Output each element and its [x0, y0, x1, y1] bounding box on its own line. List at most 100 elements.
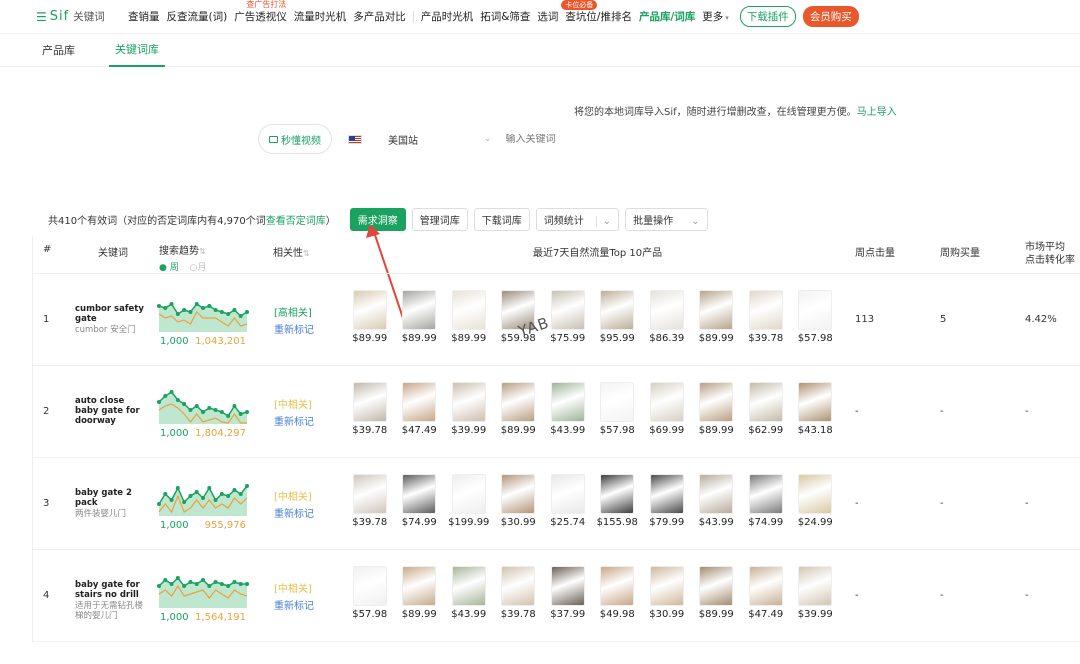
product-image[interactable]	[649, 382, 684, 422]
keyword-cell[interactable]: cumbor safety gate cumbor 安全门	[75, 304, 147, 335]
product-item[interactable]: $89.99	[692, 566, 742, 620]
product-item[interactable]: $74.99	[395, 474, 445, 528]
sort-icon[interactable]: ⇅	[199, 247, 206, 256]
product-item[interactable]: $75.99	[543, 290, 593, 344]
product-item[interactable]: $43.99	[543, 382, 593, 436]
remark-link[interactable]: 重新标记	[274, 505, 314, 520]
product-image[interactable]	[748, 382, 783, 422]
product-image[interactable]	[748, 290, 783, 330]
product-image[interactable]	[352, 382, 387, 422]
product-image[interactable]	[451, 382, 486, 422]
tab-product-library[interactable]: 产品库	[40, 34, 77, 66]
chevron-down-icon[interactable]: ⌄	[484, 134, 492, 144]
product-item[interactable]: $43.18	[791, 382, 841, 436]
product-item[interactable]: $79.99	[642, 474, 692, 528]
header-relevance[interactable]: 相关性⇅	[273, 244, 310, 259]
product-image[interactable]	[699, 566, 734, 606]
product-image[interactable]	[501, 382, 536, 422]
product-image[interactable]	[748, 566, 783, 606]
product-item[interactable]: $39.78	[345, 382, 395, 436]
product-item[interactable]: $43.99	[444, 566, 494, 620]
product-image[interactable]	[649, 566, 684, 606]
product-item[interactable]: $30.99	[642, 566, 692, 620]
product-image[interactable]	[649, 474, 684, 514]
negative-library-link[interactable]: 查看否定词库	[266, 216, 326, 227]
product-image[interactable]	[600, 566, 635, 606]
product-item[interactable]: $74.99	[741, 474, 791, 528]
product-item[interactable]: $89.99	[692, 382, 742, 436]
nav-item[interactable]: 广告透视仪 查广告打法	[234, 0, 287, 24]
product-image[interactable]	[798, 566, 833, 606]
nav-item[interactable]: 产品时光机	[421, 9, 474, 24]
product-image[interactable]	[798, 290, 833, 330]
product-item[interactable]: $89.99	[395, 566, 445, 620]
product-image[interactable]	[550, 382, 585, 422]
product-image[interactable]	[798, 382, 833, 422]
word-frequency-button[interactable]: 词频统计 ⌄	[535, 208, 620, 231]
batch-operation-button[interactable]: 批量操作 ⌄	[625, 208, 708, 231]
product-item[interactable]: $39.78	[494, 566, 544, 620]
remark-link[interactable]: 重新标记	[274, 597, 314, 612]
product-image[interactable]	[649, 290, 684, 330]
product-item[interactable]: $89.99	[395, 290, 445, 344]
product-item[interactable]: $199.99	[444, 474, 494, 528]
product-image[interactable]	[748, 474, 783, 514]
product-image[interactable]	[451, 566, 486, 606]
product-image[interactable]	[600, 290, 635, 330]
product-image[interactable]	[402, 474, 437, 514]
trend-period-toggle[interactable]: ● 周 ○月	[159, 260, 206, 273]
nav-item[interactable]: 反查流量(词)	[167, 9, 228, 24]
product-image[interactable]	[352, 290, 387, 330]
remark-link[interactable]: 重新标记	[274, 413, 314, 428]
nav-item[interactable]: 产品库/词库	[639, 9, 695, 24]
product-item[interactable]: $89.99	[345, 290, 395, 344]
product-item[interactable]: $24.99	[791, 474, 841, 528]
nav-item[interactable]: 选词	[537, 9, 558, 24]
product-item[interactable]: $62.99	[741, 382, 791, 436]
product-item[interactable]: $39.99	[791, 566, 841, 620]
nav-item[interactable]: 查坑位/推排名 卡位必备	[561, 0, 632, 24]
product-image[interactable]	[501, 474, 536, 514]
product-image[interactable]	[600, 474, 635, 514]
download-library-button[interactable]: 下载词库	[473, 208, 530, 231]
product-item[interactable]: $57.98	[593, 382, 643, 436]
product-item[interactable]: $89.99	[692, 290, 742, 344]
nav-item[interactable]: 多产品对比	[353, 9, 406, 24]
product-image[interactable]	[550, 290, 585, 330]
product-item[interactable]: $37.99	[543, 566, 593, 620]
product-image[interactable]	[501, 566, 536, 606]
site-select[interactable]: 美国站	[388, 132, 418, 147]
nav-item[interactable]: 查销量	[128, 9, 160, 24]
nav-more[interactable]: 更多 ▾	[702, 9, 729, 24]
product-image[interactable]	[798, 474, 833, 514]
product-item[interactable]: $155.98	[593, 474, 643, 528]
product-image[interactable]	[402, 382, 437, 422]
product-image[interactable]	[550, 566, 585, 606]
product-image[interactable]	[550, 474, 585, 514]
nav-item[interactable]: 拓词&筛查	[480, 9, 530, 24]
product-item[interactable]: $89.99	[444, 290, 494, 344]
logo[interactable]: ☰ Sif 关键词	[36, 9, 128, 24]
keyword-cell[interactable]: baby gate 2 pack 两件装婴儿门	[75, 488, 147, 519]
product-item[interactable]: $49.98	[593, 566, 643, 620]
product-item[interactable]: $25.74	[543, 474, 593, 528]
product-item[interactable]: $69.99	[642, 382, 692, 436]
keyword-search-input[interactable]	[505, 133, 906, 145]
import-now-link[interactable]: 马上导入	[857, 107, 897, 118]
product-item[interactable]: $95.99	[593, 290, 643, 344]
product-image[interactable]	[352, 566, 387, 606]
video-tutorial-button[interactable]: 秒懂视频	[258, 124, 332, 154]
product-item[interactable]: $89.99	[494, 382, 544, 436]
nav-item[interactable]: 流量时光机	[294, 9, 347, 24]
product-image[interactable]	[699, 474, 734, 514]
download-plugin-button[interactable]: 下载插件	[739, 6, 796, 27]
product-item[interactable]: $47.49	[395, 382, 445, 436]
product-item[interactable]: $39.78	[741, 290, 791, 344]
remark-link[interactable]: 重新标记	[274, 321, 314, 336]
product-image[interactable]	[402, 290, 437, 330]
product-image[interactable]	[699, 382, 734, 422]
menu-icon[interactable]: ☰	[36, 10, 47, 24]
product-item[interactable]: $39.78	[345, 474, 395, 528]
product-image[interactable]	[451, 290, 486, 330]
product-item[interactable]: $30.99	[494, 474, 544, 528]
